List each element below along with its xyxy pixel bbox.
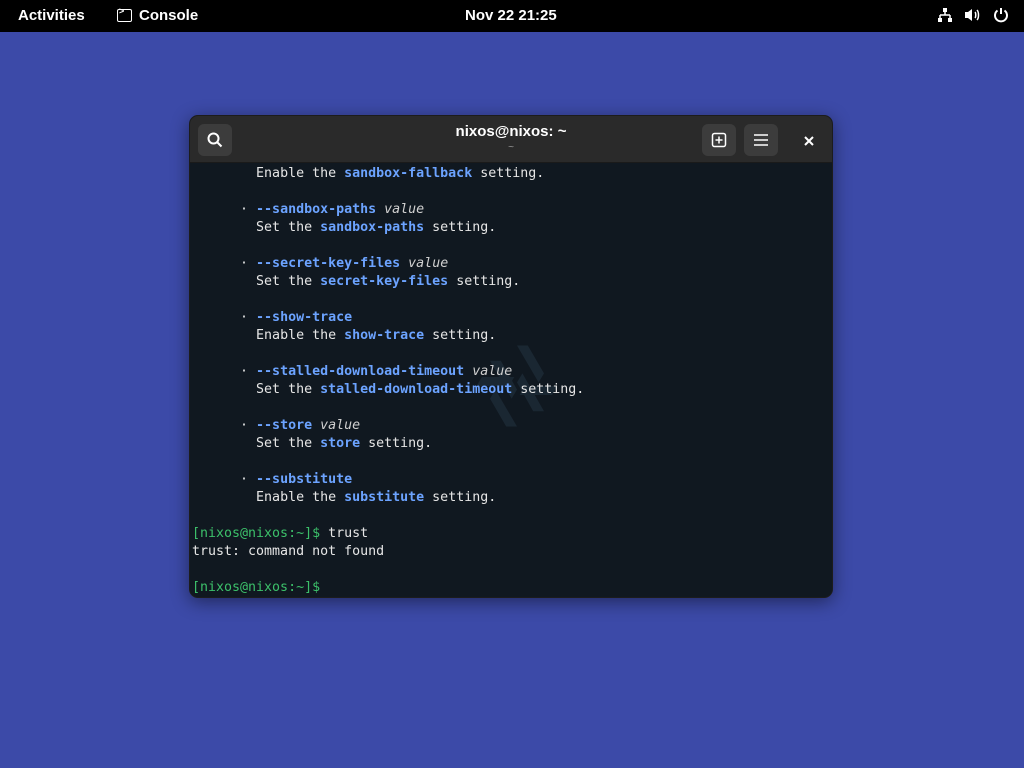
line-indent: · — [192, 418, 257, 433]
top-bar: Activities Console Nov 22 21:25 — [0, 0, 1024, 32]
close-icon — [804, 136, 814, 146]
new-tab-icon — [711, 132, 727, 148]
terminal-line: Set the store setting. — [192, 435, 832, 453]
option-name: substitute — [344, 490, 425, 505]
new-tab-button[interactable] — [702, 124, 736, 156]
terminal-window[interactable]: nixos@nixos: ~ ~ Enable the sandbox-fall… — [189, 115, 833, 598]
terminal-line: · --substitute — [192, 471, 832, 489]
option-name: sandbox-paths — [320, 220, 425, 235]
terminal-line: Set the stalled-download-timeout setting… — [192, 381, 832, 399]
line-text: Set the — [256, 220, 321, 235]
line-text: setting. — [360, 436, 433, 451]
close-button[interactable] — [796, 128, 822, 154]
terminal-line: [nixos@nixos:~]$ — [192, 579, 832, 597]
terminal-line: trust: command not found — [192, 543, 832, 561]
terminal-line: Set the sandbox-paths setting. — [192, 219, 832, 237]
system-tray[interactable] — [936, 6, 1010, 24]
line-indent: · — [192, 364, 257, 379]
line-text: Set the — [256, 436, 321, 451]
main-menu-button[interactable] — [744, 124, 778, 156]
volume-icon[interactable] — [964, 6, 982, 24]
line-text: setting. — [424, 328, 497, 343]
line-text: value — [472, 364, 513, 379]
line-indent: · — [192, 256, 257, 271]
line-text: Set the — [256, 274, 321, 289]
terminal-line: Enable the sandbox-fallback setting. — [192, 165, 832, 183]
option-name: --substitute — [256, 472, 353, 487]
hamburger-menu-icon — [754, 134, 768, 146]
line-text — [320, 580, 328, 595]
line-indent: · — [192, 202, 257, 217]
line-text: value — [408, 256, 449, 271]
terminal-icon — [117, 6, 132, 22]
terminal-line: Enable the show-trace setting. — [192, 327, 832, 345]
option-name: --show-trace — [256, 310, 353, 325]
line-text — [400, 256, 408, 271]
terminal-line: · --secret-key-files value — [192, 255, 832, 273]
option-name: store — [320, 436, 361, 451]
option-name: show-trace — [344, 328, 425, 343]
line-text: trust: command not found — [192, 544, 385, 559]
terminal-line: · --stalled-download-timeout value — [192, 363, 832, 381]
line-text — [312, 418, 320, 433]
line-text: setting. — [512, 382, 585, 397]
line-text: Enable the — [256, 328, 345, 343]
power-icon[interactable] — [992, 6, 1010, 24]
line-text: setting. — [472, 166, 545, 181]
terminal-line: · --store value — [192, 417, 832, 435]
terminal-output[interactable]: Enable the sandbox-fallback setting. · -… — [190, 163, 832, 597]
line-text: Enable the — [256, 166, 345, 181]
shell-prompt: [nixos@nixos:~]$ — [192, 526, 321, 541]
terminal-line: · --show-trace — [192, 309, 832, 327]
line-text: Set the — [256, 382, 321, 397]
terminal-line: Enable the substitute setting. — [192, 489, 832, 507]
option-name: stalled-download-timeout — [320, 382, 513, 397]
terminal-line: [nixos@nixos:~]$ trust — [192, 525, 832, 543]
option-name: sandbox-fallback — [344, 166, 473, 181]
app-menu-button[interactable]: Console — [117, 6, 199, 24]
app-name: Console — [139, 7, 199, 24]
option-name: --stalled-download-timeout — [256, 364, 465, 379]
line-text: setting. — [448, 274, 521, 289]
line-text: trust — [320, 526, 369, 541]
activities-button[interactable]: Activities — [18, 7, 85, 24]
shell-prompt: [nixos@nixos:~]$ — [192, 580, 321, 595]
line-text: value — [384, 202, 425, 217]
terminal-line: Set the secret-key-files setting. — [192, 273, 832, 291]
line-text: setting. — [424, 220, 497, 235]
clock[interactable]: Nov 22 21:25 — [465, 7, 557, 24]
line-text: value — [320, 418, 361, 433]
line-text — [376, 202, 384, 217]
option-name: --sandbox-paths — [256, 202, 377, 217]
line-text: Enable the — [256, 490, 345, 505]
header-bar[interactable]: nixos@nixos: ~ ~ — [190, 116, 832, 163]
terminal-line: · --sandbox-paths value — [192, 201, 832, 219]
option-name: --store — [256, 418, 313, 433]
line-text — [464, 364, 472, 379]
line-indent: · — [192, 310, 257, 325]
option-name: --secret-key-files — [256, 256, 401, 271]
line-indent: · — [192, 472, 257, 487]
network-icon[interactable] — [936, 6, 954, 24]
option-name: secret-key-files — [320, 274, 449, 289]
line-text: setting. — [424, 490, 497, 505]
